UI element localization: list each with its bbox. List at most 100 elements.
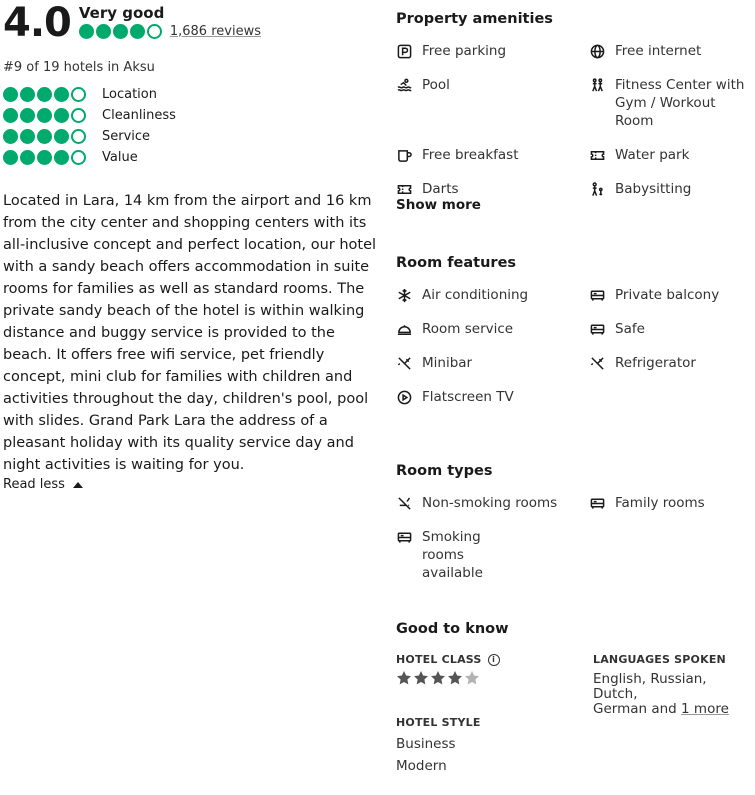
bubble-full-icon: [37, 108, 52, 123]
subrating-bubbles: [3, 108, 99, 123]
room-feature-label: Private balcony: [615, 287, 720, 303]
languages-block: LANGUAGES SPOKEN English, Russian, Dutch…: [593, 653, 753, 717]
languages-more-link[interactable]: 1 more: [681, 701, 729, 717]
room-feature-item: Air conditioning: [396, 286, 589, 304]
bubble-full-icon: [3, 129, 18, 144]
bubble-full-icon: [3, 87, 18, 102]
bed-icon: [589, 286, 605, 304]
snowflake-icon: [396, 286, 412, 304]
bed-icon: [589, 494, 605, 512]
bubble-empty-icon: [71, 150, 86, 165]
room-feature-label: Flatscreen TV: [422, 389, 514, 405]
amenity-item: Free parking: [396, 42, 589, 60]
amenity-item: Darts: [396, 180, 589, 198]
star-empty-icon: [465, 671, 479, 685]
reviews-count-link[interactable]: 1,686 reviews: [170, 24, 261, 39]
subrating-value: Value: [3, 147, 383, 168]
bubble-full-icon: [112, 24, 128, 39]
subrating-label: Location: [102, 87, 157, 102]
hotel-style-value: Business: [396, 736, 456, 752]
utensils-icon: [589, 354, 605, 372]
amenity-label: Babysitting: [615, 181, 692, 197]
hotel-class-label: HOTEL CLASS: [396, 653, 482, 666]
room-feature-label: Safe: [615, 321, 645, 337]
room-type-label: Non-smoking rooms: [422, 495, 558, 511]
parking-icon: [396, 42, 412, 60]
room-feature-label: Minibar: [422, 355, 473, 371]
subrating-bubbles: [3, 150, 99, 165]
overall-score: 4.0: [3, 0, 72, 46]
bubble-empty-icon: [146, 24, 162, 39]
room-features-grid: Air conditioning Private balcony Room se…: [396, 286, 755, 406]
room-feature-item: Flatscreen TV: [396, 388, 589, 406]
languages-prefix: German and: [593, 701, 682, 717]
amenity-label: Free parking: [422, 43, 507, 59]
rating-summary: 4.0 Very good 1,686 reviews #9 of 19 hot…: [3, 0, 383, 492]
bubble-full-icon: [37, 129, 52, 144]
read-less-button[interactable]: Read less: [3, 477, 383, 492]
subrating-bubbles: [3, 87, 99, 102]
bubble-full-icon: [20, 108, 35, 123]
amenity-item: Free breakfast: [396, 146, 589, 164]
bubble-full-icon: [3, 108, 18, 123]
amenity-item: Fitness Center with Gym / Workout Room: [589, 76, 755, 130]
bubble-full-icon: [54, 87, 69, 102]
amenity-label: Free internet: [615, 43, 702, 59]
languages-label: LANGUAGES SPOKEN: [593, 653, 726, 666]
info-icon[interactable]: i: [487, 653, 500, 666]
bubble-full-icon: [37, 87, 52, 102]
room-features-title: Room features: [396, 255, 517, 271]
hotel-rank: #9 of 19 hotels in Aksu: [3, 60, 155, 75]
bed-icon: [396, 528, 412, 546]
room-feature-item: Safe: [589, 320, 755, 338]
subrating-cleanliness: Cleanliness: [3, 105, 383, 126]
room-types-grid: Non-smoking rooms Family rooms Smoking r…: [396, 494, 755, 582]
subratings-list: Location Cleanliness Service Value: [3, 84, 383, 168]
star-full-icon: [414, 671, 428, 685]
room-types-title: Room types: [396, 463, 493, 479]
subrating-location: Location: [3, 84, 383, 105]
hotel-style-label: HOTEL STYLE: [396, 716, 481, 729]
play-icon: [396, 388, 412, 406]
coffee-icon: [396, 146, 412, 164]
ticket-icon: [396, 180, 412, 198]
amenity-item: Water park: [589, 146, 755, 164]
bubble-full-icon: [20, 129, 35, 144]
amenities-title: Property amenities: [396, 11, 553, 27]
cloche-icon: [396, 320, 412, 338]
subrating-bubbles: [3, 129, 99, 144]
babysitting-icon: [589, 180, 605, 198]
bubble-empty-icon: [71, 129, 86, 144]
star-full-icon: [448, 671, 462, 685]
amenity-item: Babysitting: [589, 180, 755, 198]
languages-line-2: German and 1 more: [593, 702, 753, 717]
bubble-empty-icon: [71, 87, 86, 102]
bed-icon: [589, 320, 605, 338]
read-less-label: Read less: [3, 477, 65, 492]
show-more-amenities-button[interactable]: Show more: [396, 197, 481, 213]
star-full-icon: [397, 671, 411, 685]
bubble-full-icon: [54, 150, 69, 165]
bubble-full-icon: [78, 24, 94, 39]
star-full-icon: [431, 671, 445, 685]
room-feature-label: Refrigerator: [615, 355, 696, 371]
room-feature-item: Minibar: [396, 354, 589, 372]
globe-icon: [589, 42, 605, 60]
hotel-class-block: HOTEL CLASS i: [396, 653, 500, 686]
amenities-section: Property amenities: [396, 9, 553, 29]
fitness-icon: [589, 76, 605, 94]
room-type-item: Smoking rooms available: [396, 528, 526, 582]
room-feature-item: Room service: [396, 320, 589, 338]
bubble-full-icon: [3, 150, 18, 165]
amenity-label: Free breakfast: [422, 147, 519, 163]
amenity-label: Pool: [422, 77, 450, 93]
bubble-full-icon: [54, 129, 69, 144]
hotel-description: Located in Lara, 14 km from the airport …: [3, 193, 377, 473]
subrating-label: Cleanliness: [102, 108, 176, 123]
hotel-style-block: HOTEL STYLE Business Modern: [396, 716, 481, 777]
room-feature-item: Refrigerator: [589, 354, 755, 372]
bubble-full-icon: [37, 150, 52, 165]
languages-line-1: English, Russian, Dutch,: [593, 671, 707, 702]
amenity-label: Fitness Center with Gym / Workout Room: [615, 77, 745, 129]
bubble-full-icon: [20, 87, 35, 102]
